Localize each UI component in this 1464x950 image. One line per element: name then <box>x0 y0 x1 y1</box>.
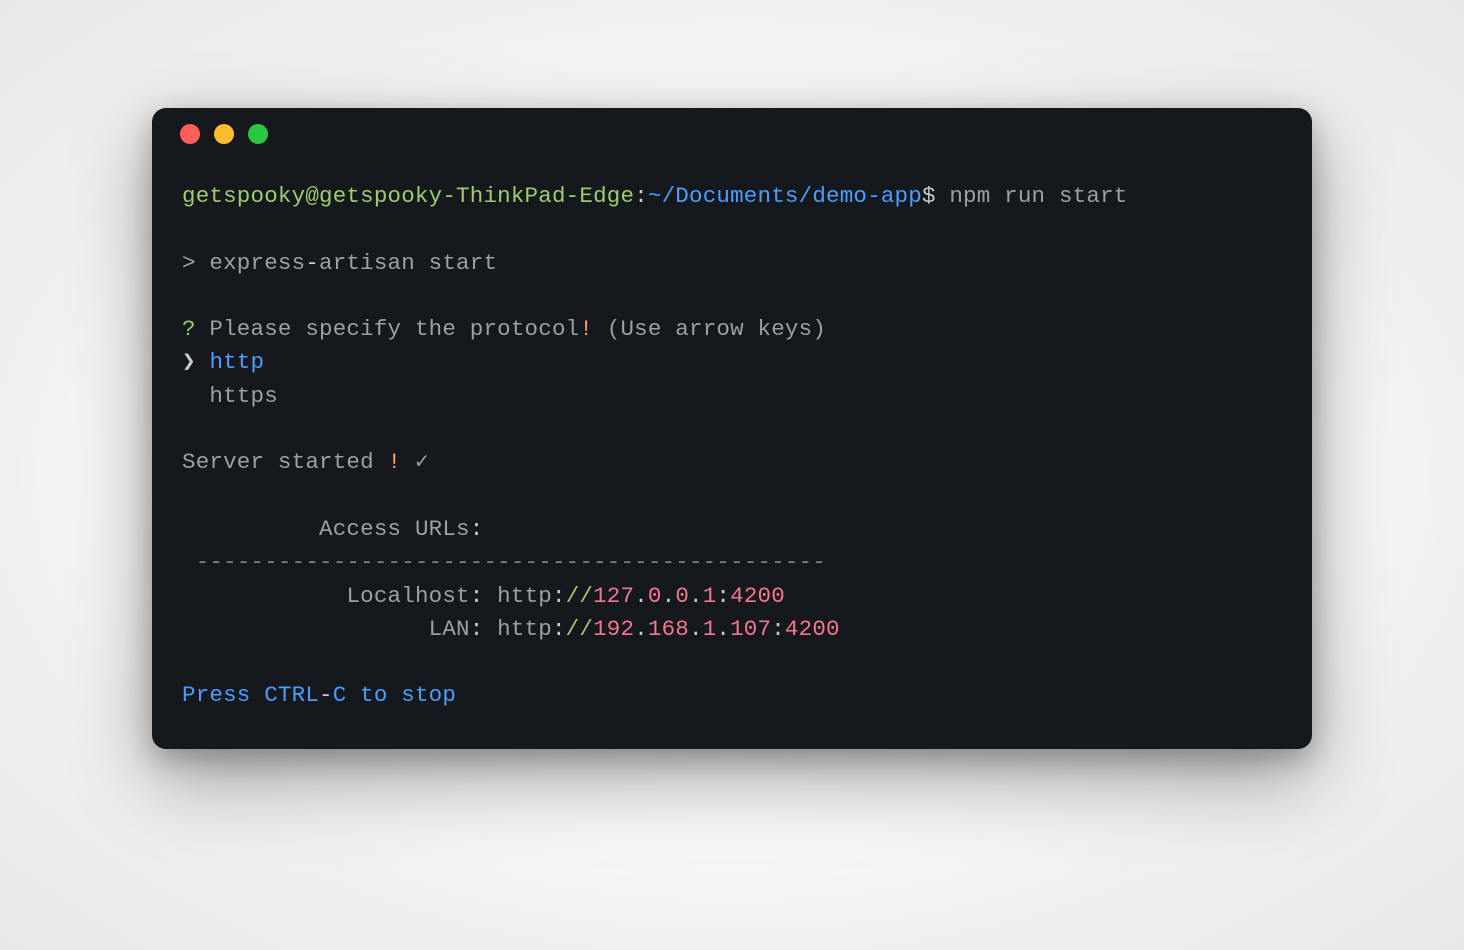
localhost-colon3: : <box>716 583 730 609</box>
question-bang: ! <box>579 316 593 342</box>
script-prefix: > <box>182 250 209 276</box>
lan-indent <box>182 616 429 642</box>
script-dash: - <box>305 250 319 276</box>
localhost-oct3: 0 <box>675 583 689 609</box>
lan-space <box>483 616 497 642</box>
question-text: Please specify the protocol <box>209 316 579 342</box>
lan-dot3: . <box>716 616 730 642</box>
lan-dot2: . <box>689 616 703 642</box>
lan-port: 4200 <box>785 616 840 642</box>
script-text-2: artisan start <box>319 250 497 276</box>
footer-text-2: C to stop <box>333 682 456 708</box>
prompt-dollar: $ <box>922 183 949 209</box>
lan-oct1: 192 <box>593 616 634 642</box>
server-started-text: Server started <box>182 449 388 475</box>
maximize-icon[interactable] <box>248 124 268 144</box>
server-bang: ! <box>388 449 402 475</box>
pointer-icon: ❯ <box>182 349 209 375</box>
lan-label: LAN <box>429 616 470 642</box>
localhost-scheme: http <box>497 583 552 609</box>
access-header-colon: : <box>470 516 484 542</box>
localhost-oct2: 0 <box>648 583 662 609</box>
access-header: Access URLs <box>319 516 470 542</box>
localhost-port: 4200 <box>730 583 785 609</box>
divider-line: ----------------------------------------… <box>182 549 826 575</box>
option-other[interactable]: https <box>209 383 278 409</box>
question-hint: (Use arrow keys) <box>593 316 826 342</box>
script-text-1: express <box>209 250 305 276</box>
terminal-window: getspooky@getspooky-ThinkPad-Edge:~/Docu… <box>152 108 1312 749</box>
localhost-space <box>483 583 497 609</box>
lan-colon2: : <box>552 616 566 642</box>
access-header-indent <box>182 516 319 542</box>
window-titlebar <box>152 108 1312 160</box>
lan-colon: : <box>470 616 484 642</box>
option-indent <box>182 383 209 409</box>
question-mark-icon: ? <box>182 316 209 342</box>
lan-colon3: : <box>771 616 785 642</box>
lan-oct4: 107 <box>730 616 771 642</box>
lan-oct2: 168 <box>648 616 689 642</box>
footer-text-1: Press CTRL <box>182 682 319 708</box>
localhost-oct1: 127 <box>593 583 634 609</box>
check-icon: ✓ <box>401 449 428 475</box>
localhost-dot2: . <box>662 583 676 609</box>
close-icon[interactable] <box>180 124 200 144</box>
lan-slashes: // <box>566 616 593 642</box>
terminal-output[interactable]: getspooky@getspooky-ThinkPad-Edge:~/Docu… <box>152 160 1312 749</box>
lan-dot1: . <box>634 616 648 642</box>
localhost-label: Localhost <box>346 583 469 609</box>
prompt-user-host: getspooky@getspooky-ThinkPad-Edge <box>182 183 634 209</box>
command-text: npm run start <box>949 183 1127 209</box>
minimize-icon[interactable] <box>214 124 234 144</box>
localhost-dot1: . <box>634 583 648 609</box>
footer-dash: - <box>319 682 333 708</box>
localhost-colon2: : <box>552 583 566 609</box>
localhost-indent <box>182 583 346 609</box>
localhost-dot3: . <box>689 583 703 609</box>
option-selected[interactable]: http <box>209 349 264 375</box>
prompt-colon: : <box>634 183 648 209</box>
lan-oct3: 1 <box>703 616 717 642</box>
lan-scheme: http <box>497 616 552 642</box>
localhost-colon: : <box>470 583 484 609</box>
prompt-path: ~/Documents/demo-app <box>648 183 922 209</box>
localhost-oct4: 1 <box>703 583 717 609</box>
localhost-slashes: // <box>566 583 593 609</box>
